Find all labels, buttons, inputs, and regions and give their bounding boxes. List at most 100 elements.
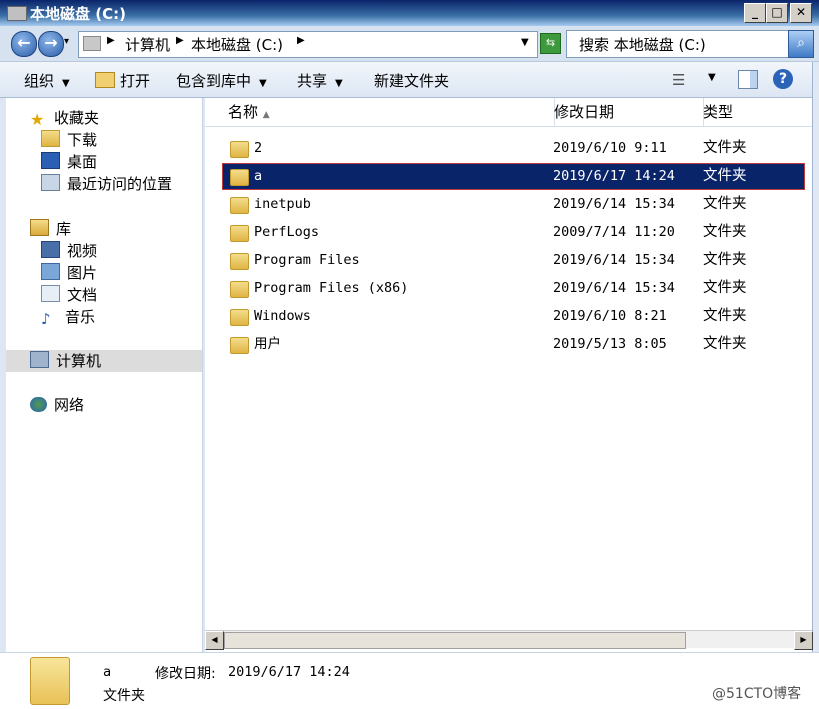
nav-label: 最近访问的位置 [67,175,173,193]
scroll-thumb[interactable] [224,632,686,649]
nav-desktop[interactable]: 桌面 [41,151,97,173]
nav-network[interactable]: 网络 [30,394,84,416]
file-date: 2019/5/13 8:05 [553,336,667,352]
file-row[interactable]: 2 2019/6/10 9:11 文件夹 [223,136,804,161]
close-button[interactable]: ✕ [790,3,812,23]
file-type: 文件夹 [703,140,747,156]
file-name: Program Files (x86) [254,280,409,296]
column-name[interactable]: 名称 ▲ [220,98,555,126]
computer-icon [30,351,49,368]
share-label: 共享 [297,72,328,90]
minimize-button[interactable]: _ [744,3,766,23]
nav-label: 视频 [67,242,98,260]
column-type[interactable]: 类型 [695,98,819,126]
file-row-selected[interactable]: a 2019/6/17 14:24 文件夹 [222,163,805,190]
nav-videos[interactable]: 视频 [41,240,97,262]
file-type: 文件夹 [703,196,747,212]
details-pane: a 修改日期: 2019/6/17 14:24 文件夹 @51CTO博客 [0,652,819,709]
nav-favorites[interactable]: ★ 收藏夹 [30,107,99,129]
nav-pictures[interactable]: 图片 [41,262,97,284]
folder-icon [230,337,249,354]
caret-down-icon: ▼ [335,78,343,89]
file-row[interactable]: PerfLogs 2009/7/14 11:20 文件夹 [223,220,804,245]
right-edge [812,62,819,652]
file-name: Program Files [254,252,360,268]
chevron-right-icon[interactable]: ▶ [107,35,115,46]
address-dropdown-icon[interactable]: ▼ [521,37,529,48]
network-icon [30,397,47,412]
back-button[interactable]: ← [11,31,37,57]
file-name: inetpub [254,196,311,212]
file-name: a [254,168,263,184]
nav-libraries[interactable]: 库 [30,218,71,240]
chevron-right-icon[interactable]: ▶ [176,35,184,46]
file-date: 2019/6/14 15:34 [553,280,675,296]
nav-label: 文档 [67,286,98,304]
scroll-left-button[interactable]: ◀ [205,631,224,650]
file-name: PerfLogs [254,224,320,240]
nav-label: 收藏夹 [54,109,100,127]
view-options-icon[interactable]: ☰ [672,71,685,89]
title-bar: 本地磁盘 (C:) _ □ ✕ [0,0,819,26]
share-button[interactable]: 共享 ▼ [297,70,343,91]
file-row[interactable]: 用户 2019/5/13 8:05 文件夹 [223,332,804,357]
file-type: 文件夹 [703,168,747,184]
chevron-right-icon[interactable]: ▶ [297,35,305,46]
file-type: 文件夹 [703,224,747,240]
include-library-label: 包含到库中 [176,72,252,90]
pictures-icon [41,263,60,280]
folder-icon [230,309,249,326]
include-library-button[interactable]: 包含到库中 ▼ [176,70,267,91]
nav-downloads[interactable]: 下载 [41,129,97,151]
file-date: 2009/7/14 11:20 [553,224,675,240]
new-folder-button[interactable]: 新建文件夹 [374,70,449,91]
file-date: 2019/6/14 15:34 [553,196,675,212]
file-row[interactable]: Program Files 2019/6/14 15:34 文件夹 [223,248,804,273]
file-list: 名称 ▲ 修改日期 类型 2 2019/6/10 9:11 文件夹 a 2019/6/… [205,98,812,652]
horizontal-scrollbar[interactable]: ◀ ▶ [205,630,813,650]
preview-pane-icon[interactable] [738,70,758,89]
breadcrumb-computer[interactable]: 计算机 [125,34,170,55]
column-modified[interactable]: 修改日期 [546,98,704,126]
file-date: 2019/6/17 14:24 [553,168,675,184]
window-title: 本地磁盘 (C:) [30,5,126,23]
address-bar[interactable]: ▶ 计算机 ▶ 本地磁盘 (C:) ▶ ▼ [78,31,538,58]
organize-button[interactable]: 组织 ▼ [24,70,70,91]
nav-label: 音乐 [65,308,96,326]
nav-music[interactable]: ♪ 音乐 [41,306,95,328]
recent-places-icon [41,174,60,191]
file-row[interactable]: Program Files (x86) 2019/6/14 15:34 文件夹 [223,276,804,301]
nav-documents[interactable]: 文档 [41,284,97,306]
downloads-icon [41,130,60,147]
nav-recent[interactable]: 最近访问的位置 [41,173,172,195]
history-dropdown-icon[interactable]: ▾ [64,36,69,47]
folder-icon [230,253,249,270]
search-placeholder: 搜索 本地磁盘 (C:) [579,36,706,54]
file-type: 文件夹 [703,280,747,296]
file-row[interactable]: inetpub 2019/6/14 15:34 文件夹 [223,192,804,217]
organize-label: 组织 [24,72,55,90]
nav-computer[interactable]: 计算机 [6,350,202,372]
breadcrumb-drive[interactable]: 本地磁盘 (C:) [191,34,283,55]
file-name: 2 [254,140,263,156]
scroll-right-button[interactable]: ▶ [794,631,813,650]
folder-icon [230,225,249,242]
open-button[interactable]: 打开 [95,70,150,91]
file-row[interactable]: Windows 2019/6/10 8:21 文件夹 [223,304,804,329]
view-dropdown-icon[interactable]: ▼ [708,72,716,83]
search-input[interactable]: 搜索 本地磁盘 (C:) [566,30,790,58]
folder-icon [230,141,249,158]
maximize-button[interactable]: □ [766,3,788,23]
details-modified-value: 2019/6/17 14:24 [228,664,350,680]
nav-label: 图片 [67,264,98,282]
file-type: 文件夹 [703,308,747,324]
desktop-icon [41,152,60,169]
nav-label: 库 [56,220,72,238]
search-icon[interactable]: ⌕ [788,30,814,58]
refresh-icon[interactable]: ⇆ [540,33,561,54]
forward-button[interactable]: → [38,31,64,57]
watermark: @51CTO博客 [712,686,802,702]
folder-icon [30,657,70,705]
help-icon[interactable]: ? [773,69,793,89]
file-date: 2019/6/10 9:11 [553,140,667,156]
